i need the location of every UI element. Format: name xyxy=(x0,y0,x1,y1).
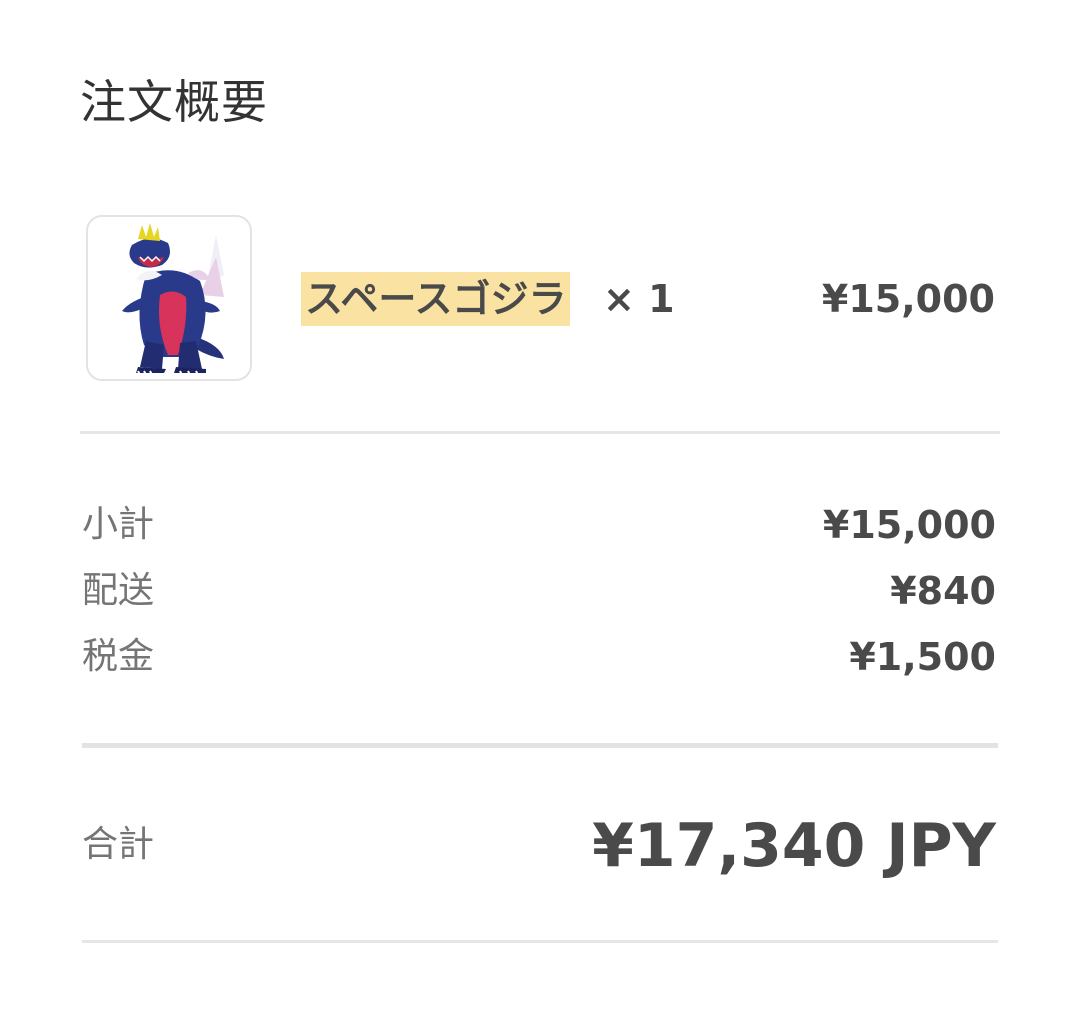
shipping-row: 配送 ¥840 xyxy=(82,566,996,616)
shipping-value: ¥840 xyxy=(890,569,996,613)
tax-label: 税金 xyxy=(82,636,155,677)
page-title: 注文概要 xyxy=(80,75,268,129)
divider-total xyxy=(82,940,998,943)
tax-value: ¥1,500 xyxy=(849,635,996,679)
shipping-label: 配送 xyxy=(82,570,155,611)
kaiju-figure-image xyxy=(122,223,224,376)
product-price: ¥15,000 xyxy=(821,277,995,321)
total-value: ¥17,340 JPY xyxy=(592,811,996,881)
divider-costs xyxy=(82,743,998,748)
total-label: 合計 xyxy=(82,824,155,865)
divider-items xyxy=(80,431,1000,434)
subtotal-value: ¥15,000 xyxy=(822,503,996,547)
subtotal-row: 小計 ¥15,000 xyxy=(82,500,996,550)
product-name: スペースゴジラ xyxy=(301,272,571,326)
subtotal-label: 小計 xyxy=(82,504,155,545)
tax-row: 税金 ¥1,500 xyxy=(82,632,996,682)
product-quantity: × 1 xyxy=(603,277,675,321)
product-thumbnail[interactable] xyxy=(86,215,252,381)
